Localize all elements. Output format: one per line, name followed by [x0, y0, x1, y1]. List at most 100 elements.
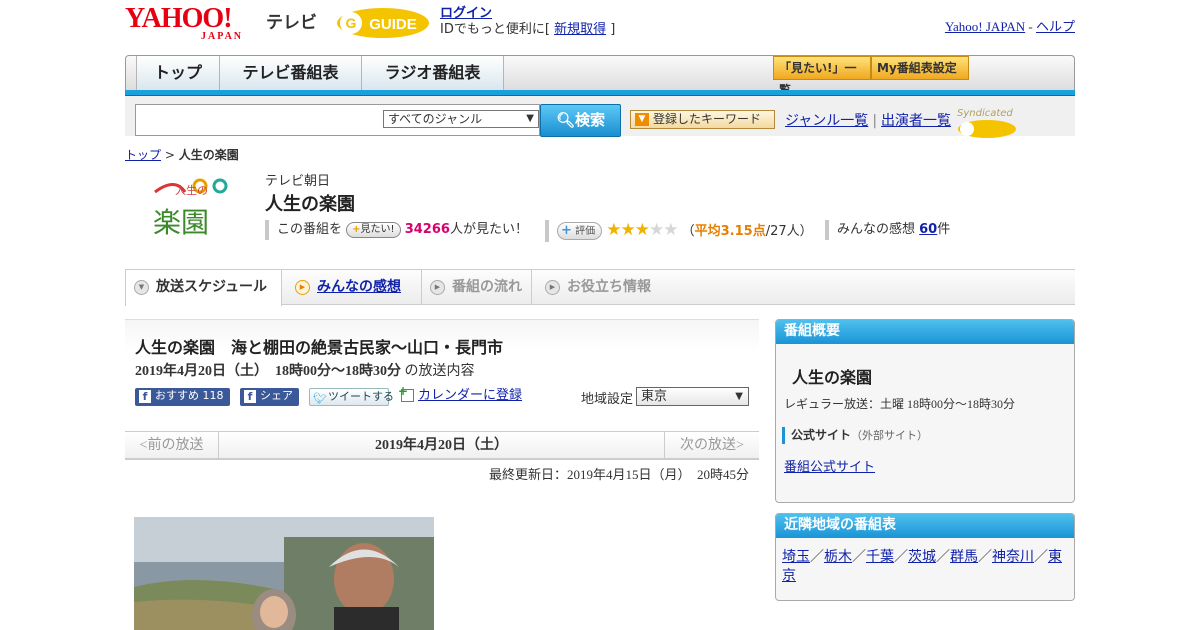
play-icon: ▶ [430, 280, 445, 295]
genre-select-value: すべてのジャンル [388, 112, 483, 126]
tab-tv-schedule[interactable]: テレビ番組表 [220, 56, 362, 91]
region-sep: ／ [1034, 549, 1048, 565]
tab-top[interactable]: トップ [136, 56, 220, 91]
rating-section: + 評価 ★★★★★ （平均3.15点/27人） [545, 220, 813, 242]
episode-main: 人生の楽園 海と棚田の絶景古民家～山口・長門市 2019年4月20日（土） 18… [125, 319, 759, 630]
region-sep: ／ [894, 549, 908, 565]
help-link[interactable]: ヘルプ [1036, 19, 1075, 34]
program-overview-box: 番組概要 人生の楽園 レギュラー放送：土曜 18時00分～18時30分 公式サイ… [775, 319, 1075, 503]
triangle-down-icon: ▼ [635, 113, 649, 126]
gguide-logo[interactable]: G GUIDE [335, 6, 431, 40]
tab-useful-info: ▶ お役立ち情報 [537, 270, 667, 304]
genre-list-link[interactable]: ジャンル一覧 [785, 113, 868, 129]
region-select-value: 東京 [641, 389, 668, 404]
search-button-label: 検索 [575, 111, 606, 129]
region-link[interactable]: 群馬 [950, 549, 978, 565]
tweet-label: ツイートする [328, 390, 394, 403]
login-desc: IDでもっと便利に[ [440, 22, 555, 37]
tab-flow: ▶ 番組の流れ [422, 270, 532, 304]
prev-broadcast-button[interactable]: <前の放送 [125, 432, 219, 459]
yahoo-logo-text: YAHOO! [125, 3, 233, 34]
search-button[interactable]: 🔍︎検索 [540, 104, 621, 137]
syndicated-label: Syndicated [957, 108, 1013, 119]
calendar-register-link[interactable]: カレンダーに登録 [398, 383, 522, 406]
performer-list-link[interactable]: 出演者一覧 [881, 113, 951, 129]
avg-post: /27人） [765, 224, 813, 239]
region-sep: ／ [810, 549, 824, 565]
gguide-mini-icon [958, 120, 1016, 138]
tab-radio-schedule[interactable]: ラジオ番組表 [362, 56, 504, 91]
rating-button[interactable]: + 評価 [557, 222, 603, 240]
program-logo: 楽園 人生の [153, 178, 228, 239]
fb-share-label: シェア [260, 389, 293, 402]
region-select[interactable]: 東京 ▼ [636, 387, 749, 406]
mitai-section: この番組を +見たい! 34266人が見たい！ [265, 220, 528, 240]
region-link[interactable]: 茨城 [908, 549, 936, 565]
mitai-count: 34266 [404, 222, 450, 237]
official-site-link[interactable]: 番組公式サイト [784, 456, 875, 475]
kanso-count-link[interactable]: 60 [919, 222, 937, 237]
twitter-bird-icon: 🐦︎ [313, 392, 327, 405]
mitai-button-label: 見たい! [360, 224, 395, 235]
breadcrumb: トップ > 人生の楽園 [125, 146, 239, 163]
tab-label: 放送スケジュール [156, 279, 268, 295]
svg-text:楽園: 楽園 [153, 206, 209, 239]
genre-select[interactable]: すべてのジャンル ▼ [383, 110, 539, 128]
facebook-icon: f [139, 390, 151, 403]
site-header: YAHOO! JAPAN テレビ G GUIDE ログイン IDでもっと便利に[… [125, 0, 1075, 50]
official-note: （外部サイト） [851, 429, 929, 442]
program-title: 人生の楽園 [265, 194, 355, 215]
play-icon: ▶ [295, 280, 310, 295]
yahoo-japan-link[interactable]: Yahoo! JAPAN [945, 19, 1025, 34]
login-box: ログイン IDでもっと便利に[ 新規取得 ] [440, 6, 615, 38]
current-date: 2019年4月20日（土） [375, 438, 508, 453]
region-link[interactable]: 栃木 [824, 549, 852, 565]
region-sep: ／ [936, 549, 950, 565]
tab-label: 番組の流れ [452, 279, 522, 295]
breadcrumb-sep: > [161, 148, 179, 162]
tab-broadcast-schedule[interactable]: ▼ 放送スケジュール [125, 270, 282, 306]
next-broadcast-button[interactable]: 次の放送> [664, 432, 759, 459]
register-link[interactable]: 新規取得 [554, 22, 606, 37]
region-link[interactable]: 神奈川 [992, 549, 1034, 565]
episode-date-post: の放送内容 [404, 364, 475, 379]
region-link[interactable]: 千葉 [866, 549, 894, 565]
breadcrumb-top[interactable]: トップ [125, 148, 161, 162]
my-schedule-button[interactable]: My番組表設定 [871, 56, 969, 80]
star-empty-icon: ★ [648, 220, 664, 240]
tweet-button[interactable]: 🐦︎ ツイートする [309, 388, 394, 406]
overview-program-name: 人生の楽園 [792, 368, 873, 387]
kanso-pre: みんなの感想 [837, 222, 920, 237]
tv-label: テレビ [266, 13, 317, 33]
region-link[interactable]: 埼玉 [782, 549, 810, 565]
search-icon: 🔍︎ [555, 111, 576, 129]
facebook-recommend-button[interactable]: f おすすめ 118 [135, 388, 230, 406]
svg-text:G: G [346, 15, 357, 31]
star-filled-icon: ★ [606, 220, 621, 240]
search-links: ジャンル一覧 | 出演者一覧 [785, 110, 951, 130]
header-sep: - [1025, 19, 1036, 34]
header-links: Yahoo! JAPAN - ヘルプ [945, 16, 1075, 35]
star-rating: ★★★★★ [606, 220, 678, 240]
facebook-share-button[interactable]: f シェア [240, 388, 299, 406]
episode-date-bold: 2019年4月20日（土） 18時00分～18時30分 [135, 364, 401, 379]
breadcrumb-current: 人生の楽園 [178, 148, 239, 162]
star-filled-icon: ★ [634, 220, 650, 240]
mitai-list-button[interactable]: 「見たい!」一覧 [773, 56, 871, 97]
avg-pre: （ [681, 224, 695, 239]
registered-keyword-label: 登録したキーワード [653, 112, 762, 126]
region-sep: ／ [978, 549, 992, 565]
triangle-down-icon: ▼ [134, 280, 149, 295]
nearby-header: 近隣地域の番組表 [776, 514, 1074, 538]
login-link[interactable]: ログイン [440, 6, 492, 21]
yahoo-japan-logo[interactable]: YAHOO! JAPAN [125, 3, 243, 42]
tab-reviews[interactable]: ▶ みんなの感想 [287, 270, 422, 304]
registered-keyword-button[interactable]: ▼ 登録したキーワード [630, 110, 775, 129]
mitai-button[interactable]: +見たい! [346, 222, 401, 238]
chevron-down-icon: ▼ [735, 391, 743, 402]
plus-icon: + [561, 223, 572, 238]
kanso-section: みんなの感想 60件 [825, 220, 950, 240]
date-navigation: <前の放送 2019年4月20日（土） 次の放送> [125, 431, 759, 460]
station-name: テレビ朝日 [265, 174, 331, 189]
play-icon: ▶ [545, 280, 560, 295]
